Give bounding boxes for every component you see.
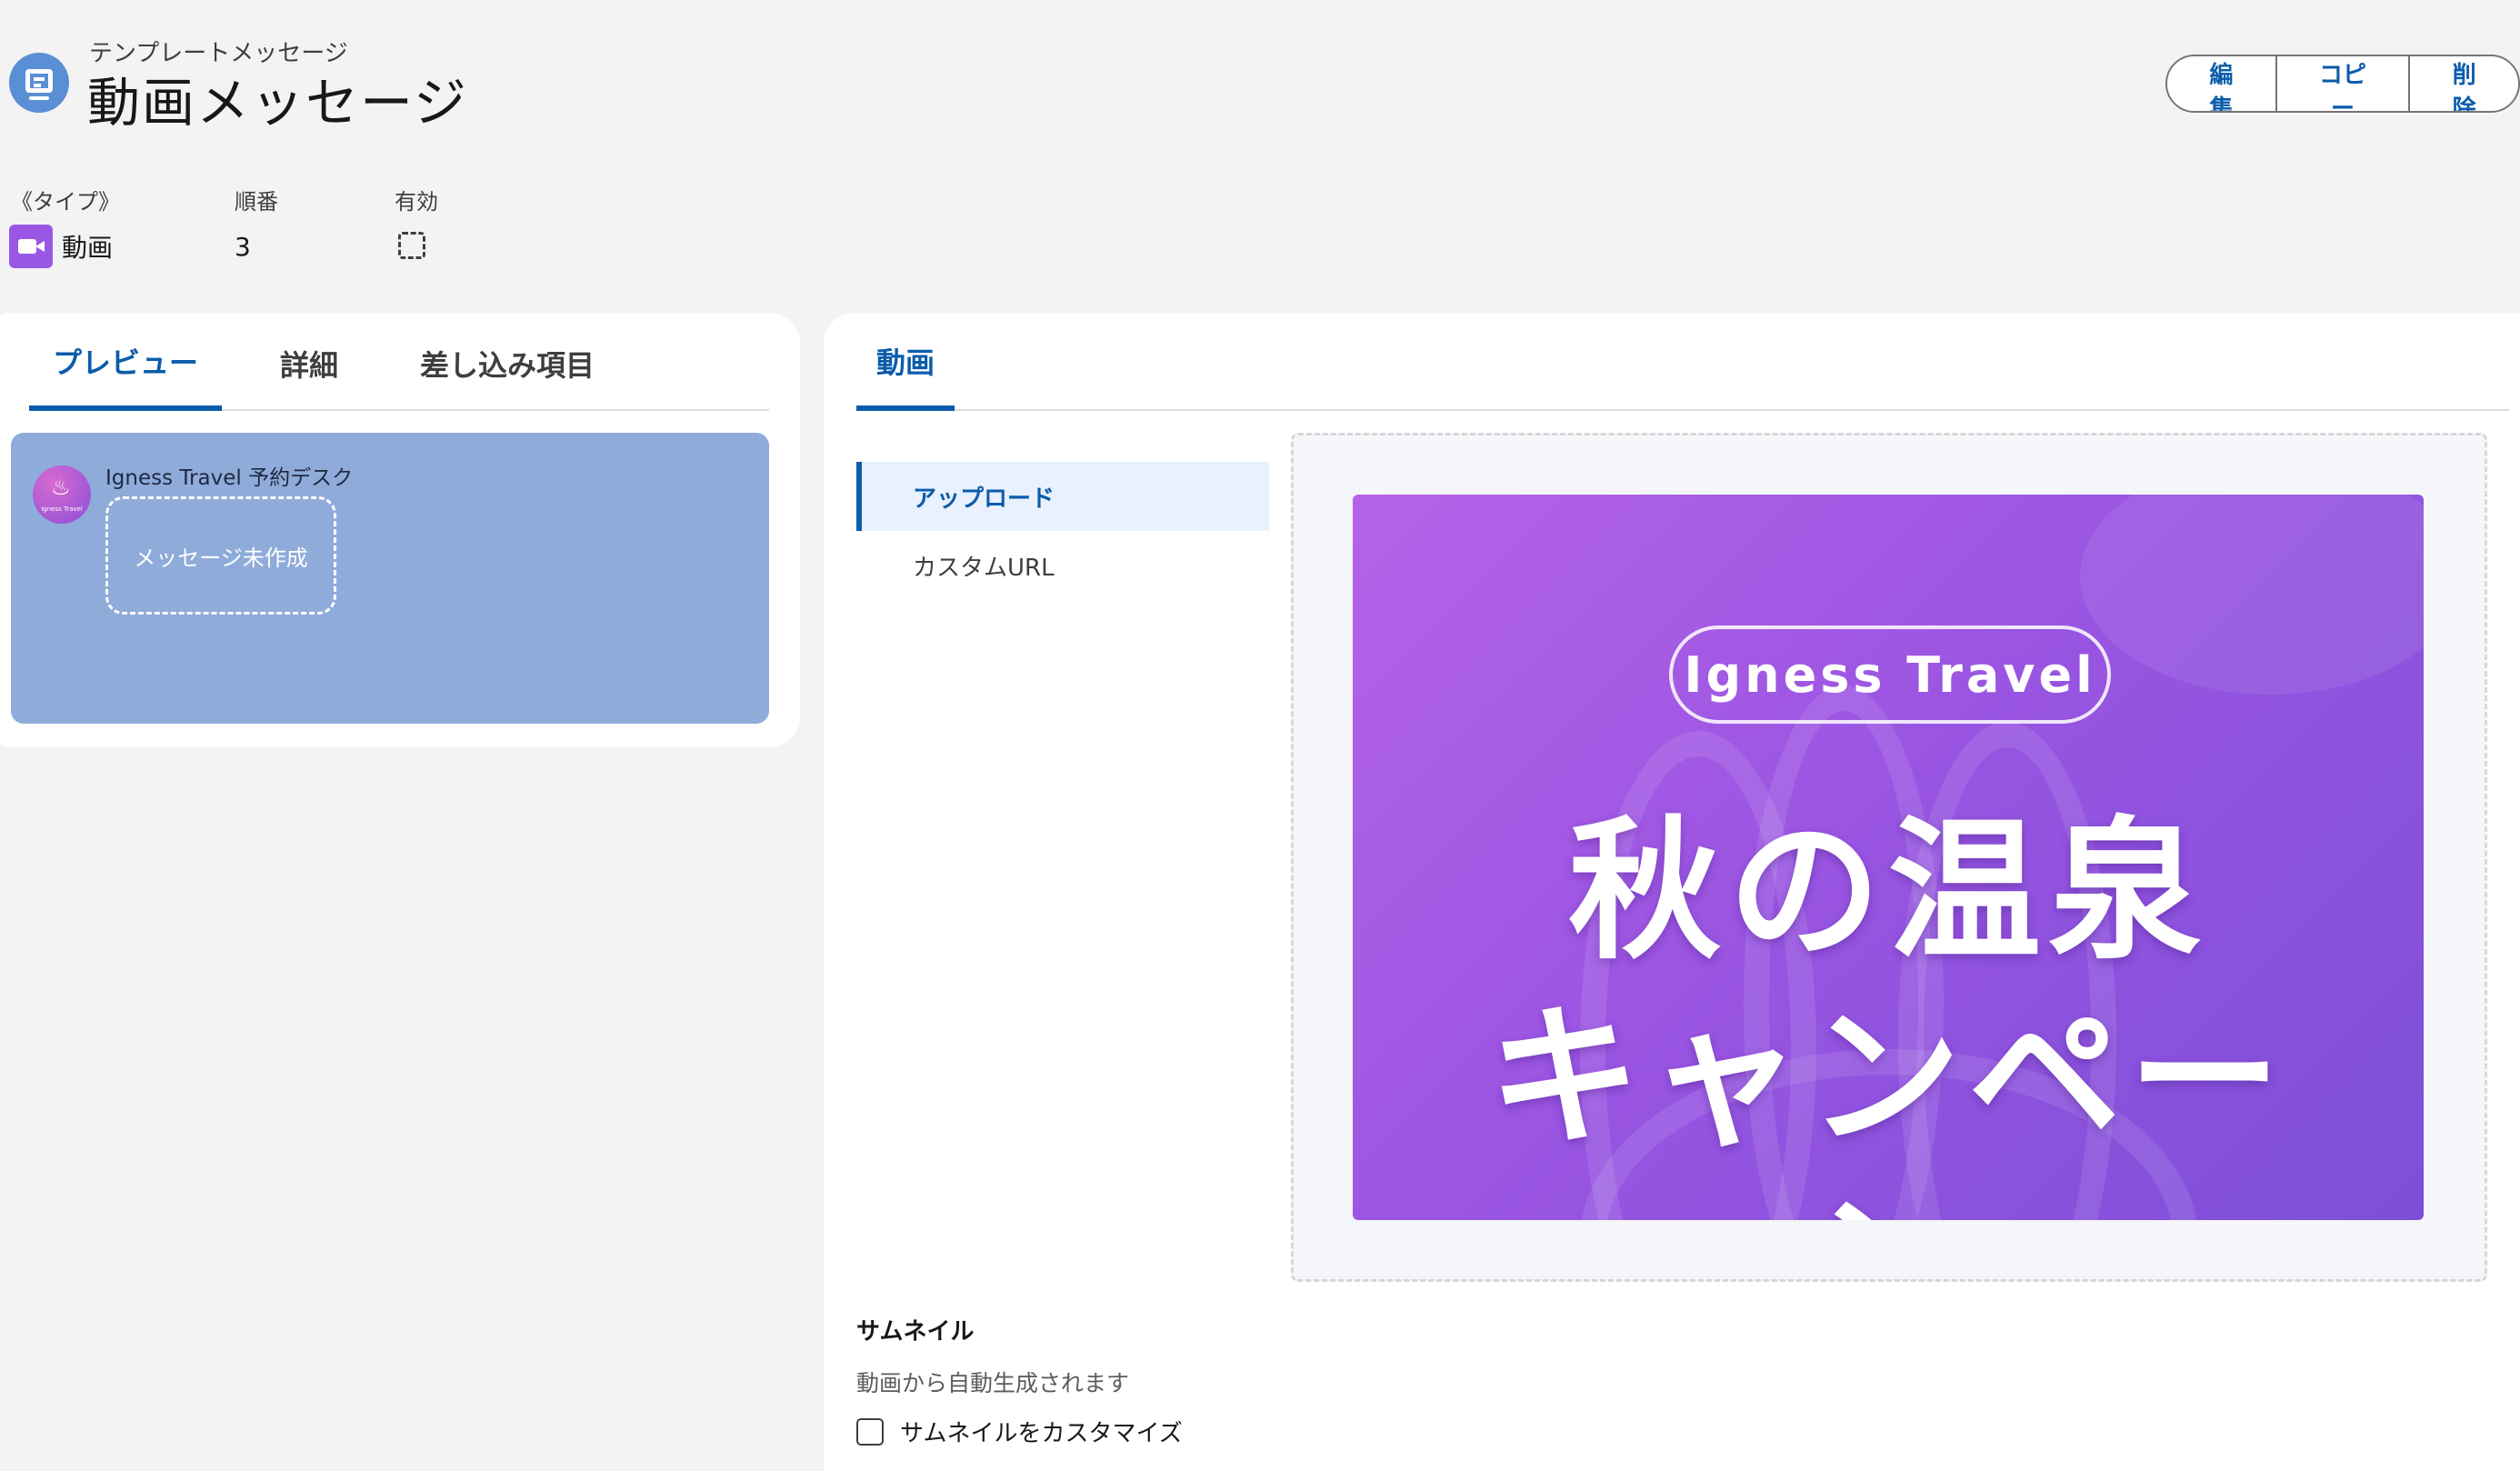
hot-spring-icon: ♨ (51, 475, 71, 500)
customize-thumbnail-checkbox[interactable] (856, 1417, 884, 1446)
edit-button[interactable]: 編集 (2167, 56, 2275, 111)
active-checkbox-icon (398, 232, 425, 259)
page-title: 動画メッセージ (87, 72, 468, 134)
order-value: 3 (235, 232, 251, 262)
nav-upload[interactable]: アップロード (856, 462, 1269, 531)
nav-custom-url[interactable]: カスタムURL (856, 531, 1269, 600)
delete-button[interactable]: 削除 (2408, 56, 2518, 111)
template-message-icon (9, 53, 69, 113)
highlight-order: 順番 3 (235, 184, 278, 262)
copy-button[interactable]: コピー (2275, 56, 2409, 111)
active-label: 有効 (395, 189, 438, 215)
poster-headline-3: ン (1353, 1140, 2424, 1220)
video-tabs: 動画 (856, 315, 2509, 411)
type-value: 動画 (62, 233, 114, 263)
avatar: ♨ Igness Travel (33, 465, 91, 524)
avatar-brand: Igness Travel (41, 505, 83, 513)
message-preview: ♨ Igness Travel Igness Travel 予約デスク メッセー… (11, 433, 769, 724)
video-source-nav: アップロード カスタムURL (856, 462, 1269, 600)
video-thumbnail: Igness Travel 秋の温泉 キャンペー ン (1353, 495, 2424, 1220)
highlight-active: 有効 (395, 184, 438, 259)
thumbnail-title: サムネイル (856, 1318, 975, 1346)
tab-merge-fields[interactable]: 差し込み項目 (402, 316, 613, 411)
customize-thumbnail-label: サムネイルをカスタマイズ (900, 1420, 1183, 1447)
video-camera-icon (9, 225, 53, 268)
poster-brand: Igness Travel (1669, 625, 2111, 724)
thumbnail-help: 動画から自動生成されます (856, 1370, 1130, 1396)
type-label: 《タイプ》 (11, 189, 120, 215)
tab-details[interactable]: 詳細 (264, 316, 355, 411)
customize-thumbnail-option[interactable]: サムネイルをカスタマイズ (856, 1415, 1183, 1448)
tab-preview[interactable]: プレビュー (29, 316, 223, 411)
message-bubble: メッセージ未作成 (105, 496, 336, 615)
highlight-type: 《タイプ》 動画 (9, 184, 120, 268)
sender-name: Igness Travel 予約デスク (105, 466, 354, 490)
tab-video[interactable]: 動画 (856, 316, 955, 411)
order-label: 順番 (235, 189, 278, 215)
action-button-group: 編集 コピー 削除 (2165, 55, 2520, 113)
preview-tabs: プレビュー 詳細 差し込み項目 (29, 315, 769, 411)
